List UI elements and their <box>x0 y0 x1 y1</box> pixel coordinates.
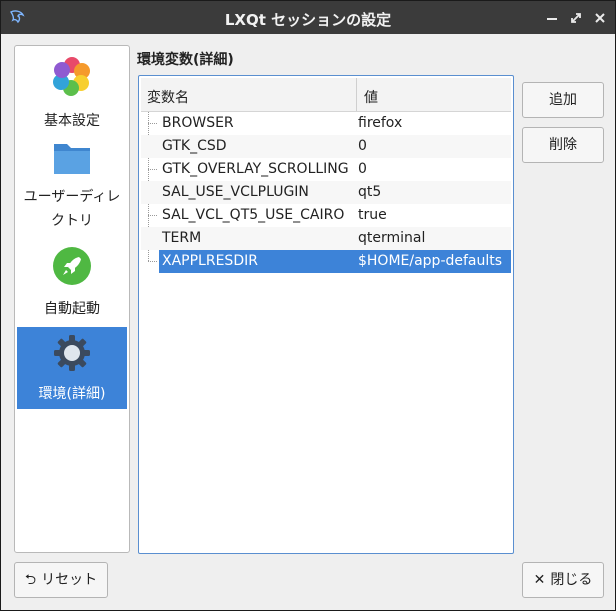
category-sidebar: 基本設定 ユーザーディレ クトリ 自動起動 環境(詳細) <box>14 45 130 553</box>
add-button[interactable]: 追加 <box>522 82 604 118</box>
variable-name: GTK_CSD <box>162 138 227 154</box>
sidebar-item-basic-settings[interactable]: 基本設定 <box>17 50 127 130</box>
delete-button[interactable]: 削除 <box>522 127 604 163</box>
title-bar[interactable]: LXQt セッションの設定 <box>1 1 615 34</box>
variable-name: TERM <box>162 230 202 246</box>
flower-icon <box>53 57 90 96</box>
variable-value: qterminal <box>358 230 426 246</box>
sidebar-item-label: 環境(詳細) <box>38 386 106 402</box>
variable-name: SAL_VCL_QT5_USE_CAIRO <box>162 207 345 223</box>
variable-name: GTK_OVERLAY_SCROLLING <box>162 161 349 177</box>
tree-row[interactable]: BROWSER firefox <box>141 112 511 135</box>
sidebar-item-environment-advanced[interactable]: 環境(詳細) <box>17 327 127 409</box>
env-variables-tree[interactable]: 変数名 値 BROWSER firefox GTK_CSD 0 GTK_OVER… <box>138 75 514 554</box>
undo-icon: ⮌ <box>24 572 37 588</box>
sidebar-item-autostart[interactable]: 自動起動 <box>17 242 127 324</box>
window-title: LXQt セッションの設定 <box>224 11 392 29</box>
reset-button-label: リセット <box>41 572 98 588</box>
tree-row[interactable]: SAL_VCL_QT5_USE_CAIRO true <box>141 204 511 227</box>
variable-value: 0 <box>358 161 367 177</box>
sidebar-item-user-directories[interactable]: ユーザーディレ クトリ <box>17 134 127 234</box>
column-divider[interactable] <box>356 78 357 111</box>
folder-icon <box>54 144 90 174</box>
sidebar-item-label: 自動起動 <box>44 301 100 317</box>
reset-button[interactable]: ⮌ リセット <box>14 562 108 598</box>
close-icon: ✕ <box>533 572 546 588</box>
variable-name: SAL_USE_VCLPLUGIN <box>162 184 309 200</box>
column-header-value[interactable]: 値 <box>364 87 378 107</box>
sidebar-item-label-line2: クトリ <box>51 213 93 229</box>
gear-icon <box>54 335 90 371</box>
variable-value: firefox <box>358 115 403 131</box>
tree-row[interactable]: SAL_USE_VCLPLUGIN qt5 <box>141 181 511 204</box>
tree-header: 変数名 値 <box>141 78 511 112</box>
variable-name: BROWSER <box>162 115 234 131</box>
tree-row[interactable]: GTK_CSD 0 <box>141 135 511 158</box>
column-header-name[interactable]: 変数名 <box>147 87 189 107</box>
sidebar-item-label: 基本設定 <box>44 113 100 129</box>
maximize-icon[interactable] <box>568 10 584 26</box>
tree-row-selected[interactable]: XAPPLRESDIR $HOME/app-defaults <box>141 250 511 273</box>
variable-name: XAPPLRESDIR <box>162 253 258 269</box>
minimize-icon[interactable] <box>544 10 560 26</box>
tree-row[interactable]: TERM qterminal <box>141 227 511 250</box>
variable-value: $HOME/app-defaults <box>358 253 503 269</box>
sidebar-item-label: ユーザーディレ <box>23 189 121 205</box>
tree-row[interactable]: GTK_OVERLAY_SCROLLING 0 <box>141 158 511 181</box>
session-settings-window: LXQt セッションの設定 基本設定 ユーザーディレ クトリ 自動起動 環境(詳… <box>0 0 616 611</box>
variable-value: qt5 <box>358 184 382 200</box>
close-button[interactable]: ✕ 閉じる <box>522 562 604 598</box>
close-button-label: 閉じる <box>550 572 593 588</box>
variable-value: 0 <box>358 138 367 154</box>
rocket-icon <box>53 247 91 285</box>
variable-value: true <box>358 207 387 223</box>
close-window-icon[interactable] <box>592 10 608 26</box>
section-title: 環境変数(詳細) <box>137 52 234 68</box>
